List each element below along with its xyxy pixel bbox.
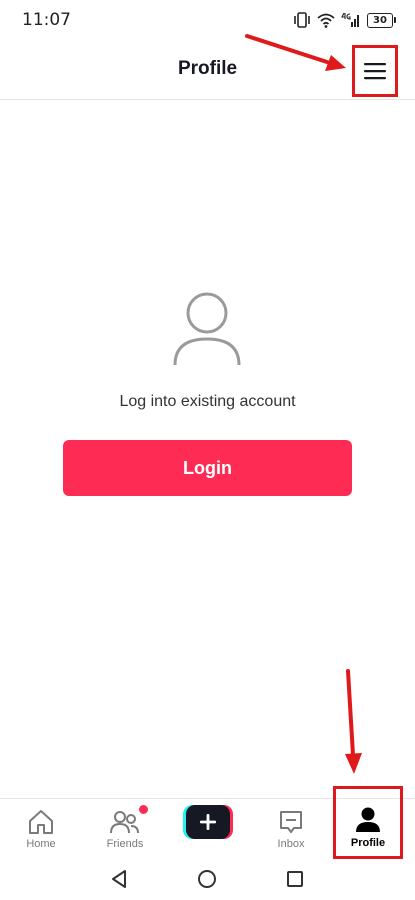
menu-button[interactable] (352, 45, 398, 97)
tab-home[interactable]: Home (17, 799, 65, 859)
back-button[interactable] (106, 866, 132, 892)
system-nav-bar (0, 858, 415, 900)
arrow-to-profile-tab (345, 669, 362, 774)
back-triangle-icon (112, 870, 126, 888)
person-filled-icon (356, 807, 380, 833)
tab-inbox-label: Inbox (277, 838, 305, 850)
notification-dot (139, 805, 148, 814)
status-time: 11:07 (22, 10, 71, 30)
tab-inbox[interactable]: Inbox (267, 799, 315, 859)
home-nav-button[interactable] (194, 866, 220, 892)
bottom-tab-bar: Home Friends Inbox Profile (0, 786, 415, 859)
tab-friends-label: Friends (106, 838, 144, 850)
recents-square-icon (287, 871, 303, 887)
create-button-face (186, 805, 230, 839)
recents-button[interactable] (282, 866, 308, 892)
wifi-icon (317, 13, 335, 28)
friends-icon (110, 809, 140, 835)
create-button[interactable] (183, 805, 233, 839)
plus-icon (200, 814, 216, 830)
status-bar: 11:07 30 (0, 0, 415, 40)
tab-profile-label: Profile (350, 837, 386, 849)
tab-home-label: Home (26, 838, 56, 850)
home-icon (27, 809, 55, 835)
login-button[interactable]: Login (63, 440, 352, 496)
tab-friends[interactable]: Friends (99, 799, 151, 859)
battery-icon: 30 (367, 12, 396, 28)
hamburger-menu-icon (364, 63, 386, 80)
login-caption: Log into existing account (119, 393, 296, 410)
tab-profile[interactable]: Profile (333, 786, 403, 859)
status-icons: 30 (293, 10, 396, 30)
inbox-icon (278, 809, 304, 835)
home-circle-icon (198, 870, 216, 888)
person-outline-icon (173, 292, 241, 366)
signal-4g-icon (341, 12, 359, 27)
header: Profile (0, 40, 415, 100)
vibrate-icon (294, 12, 310, 28)
